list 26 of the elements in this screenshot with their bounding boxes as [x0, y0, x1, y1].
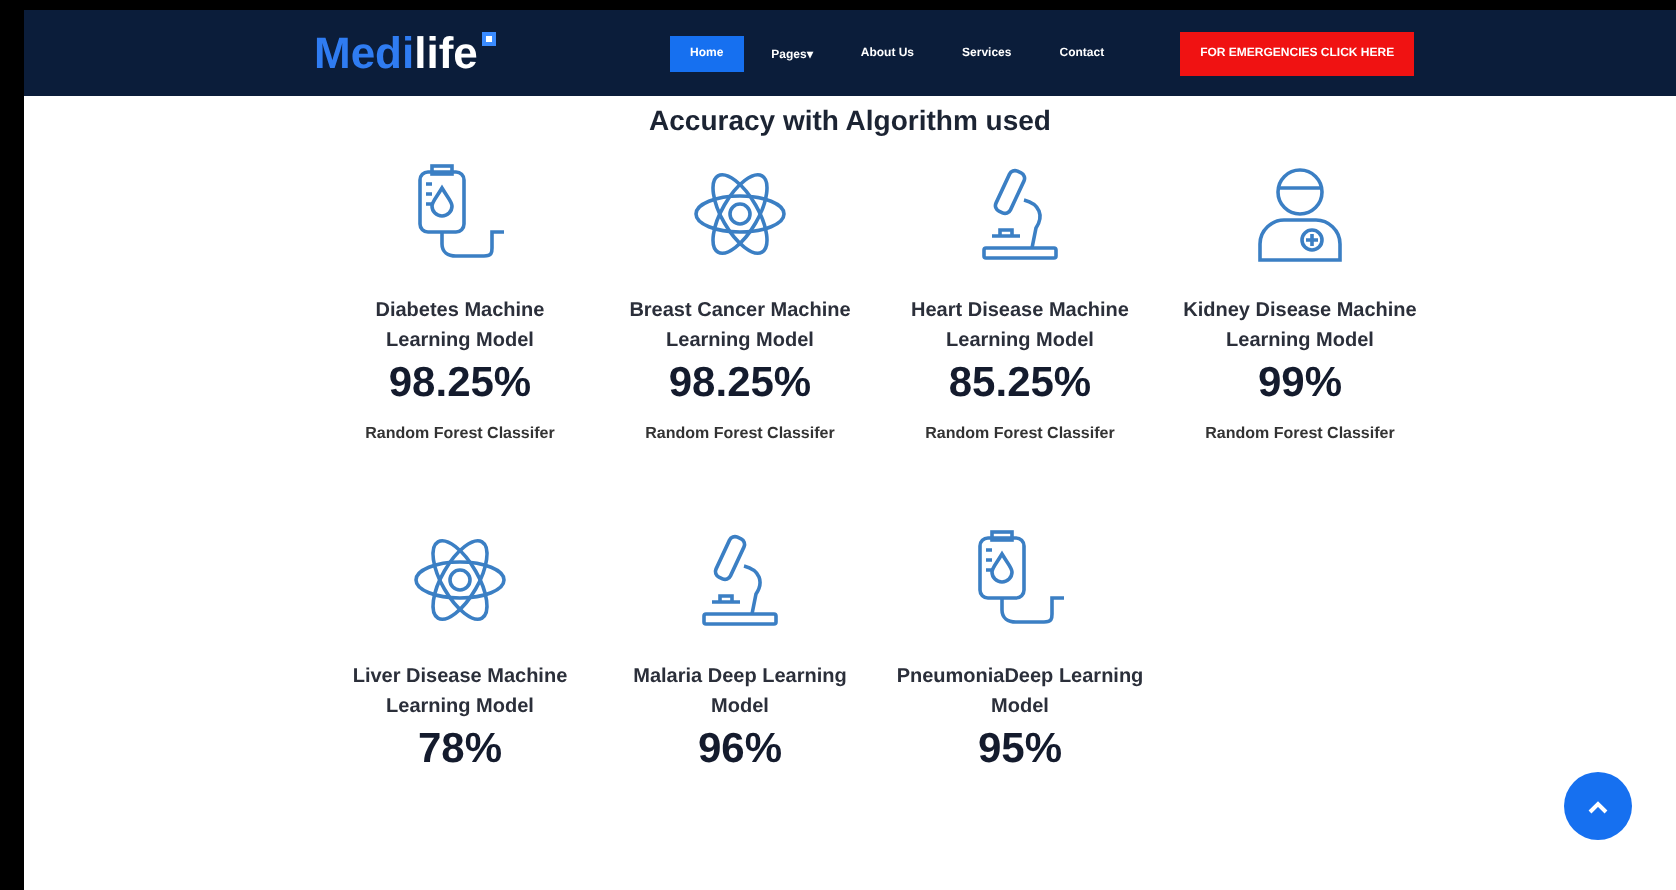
- model-title: PneumoniaDeep Learning Model: [894, 664, 1146, 722]
- accuracy-value: 95%: [977, 726, 1063, 774]
- accuracy-value: 78%: [417, 726, 503, 774]
- model-title: Kidney Disease Machine Learning Model: [1181, 298, 1419, 356]
- logo-mark-icon: [481, 31, 496, 45]
- microscope-icon: [696, 530, 784, 630]
- section-heading: Accuracy with Algorithm used: [647, 104, 1053, 136]
- accuracy-value: 85.25%: [948, 360, 1092, 408]
- accuracy-value: 98.25%: [668, 360, 812, 408]
- model-title: Breast Cancer Machine Learning Model: [627, 298, 853, 356]
- accuracy-value: 98.25%: [388, 360, 532, 408]
- scroll-top-button[interactable]: [1564, 772, 1632, 840]
- logo[interactable]: Medilife: [314, 27, 670, 79]
- algorithm-label: Random Forest Classifer: [1205, 424, 1395, 442]
- model-title: Heart Disease Machine Learning Model: [909, 298, 1131, 356]
- model-title: Diabetes Machine Learning Model: [373, 298, 547, 356]
- accuracy-value: 99%: [1257, 360, 1343, 408]
- model-title: Liver Disease Machine Learning Model: [350, 664, 570, 722]
- accuracy-value: 96%: [697, 726, 783, 774]
- algorithm-label: Random Forest Classifer: [365, 424, 555, 442]
- model-title: Malaria Deep Learning Model: [631, 664, 849, 722]
- chevron-up-icon: [1588, 799, 1608, 813]
- microscope-icon: [976, 164, 1064, 264]
- algorithm-label: Random Forest Classifer: [925, 424, 1115, 442]
- doctor-icon: [1252, 164, 1348, 264]
- algorithm-label: Random Forest Classifer: [645, 424, 835, 442]
